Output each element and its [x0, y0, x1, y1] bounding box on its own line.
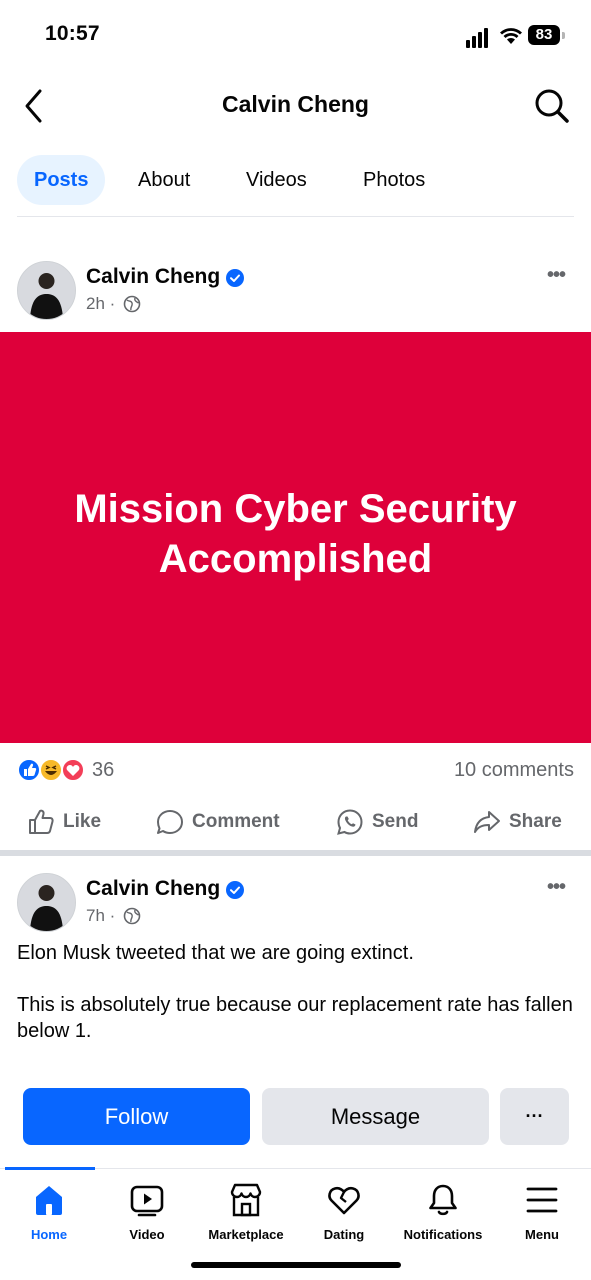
post-time: 7h ·	[86, 906, 116, 925]
follow-button[interactable]: Follow	[23, 1088, 250, 1145]
search-icon[interactable]	[534, 88, 570, 124]
avatar[interactable]	[17, 261, 76, 320]
post-paragraph: This is absolutely true because our repl…	[17, 994, 573, 1042]
like-icon	[29, 809, 54, 834]
like-reaction-icon	[17, 758, 41, 782]
marketplace-icon	[230, 1183, 262, 1217]
post-author[interactable]: Calvin Cheng	[86, 265, 220, 289]
nav-marketplace-label: Marketplace	[208, 1227, 284, 1242]
avatar[interactable]	[17, 873, 76, 932]
globe-icon	[123, 907, 141, 925]
haha-reaction-icon	[39, 758, 63, 782]
bell-icon	[429, 1184, 457, 1216]
comment-button[interactable]: Comment	[156, 806, 280, 838]
nav-home[interactable]: Home	[0, 1182, 99, 1242]
nav-marketplace[interactable]: Marketplace	[196, 1182, 296, 1242]
post-separator	[0, 850, 591, 856]
tabs-divider	[17, 216, 574, 217]
status-icons: 83	[466, 24, 570, 48]
tab-about[interactable]: About	[121, 155, 207, 205]
tab-posts[interactable]: Posts	[17, 155, 106, 205]
dating-heart-icon	[328, 1186, 360, 1215]
post-options-icon[interactable]: •••	[547, 876, 566, 899]
send-label: Send	[372, 811, 419, 832]
nav-video[interactable]: Video	[97, 1182, 197, 1242]
post-image[interactable]: Mission Cyber Security Accomplished	[0, 332, 591, 743]
banner-line-1: Mission Cyber Security	[74, 487, 517, 531]
comments-count[interactable]: 10 comments	[454, 759, 574, 782]
send-button[interactable]: Send	[336, 806, 418, 838]
nav-dating[interactable]: Dating	[294, 1182, 394, 1242]
wifi-icon	[500, 28, 522, 44]
battery-tip	[562, 32, 565, 39]
share-icon	[474, 811, 500, 833]
home-icon	[36, 1186, 62, 1215]
banner-line-2: Accomplished	[158, 537, 433, 581]
comment-icon	[157, 810, 183, 834]
post-body: Elon Musk tweeted that we are going exti…	[17, 940, 577, 1044]
reaction-count[interactable]: 36	[92, 759, 114, 782]
nav-dating-label: Dating	[323, 1227, 365, 1242]
verified-badge-icon	[226, 269, 244, 287]
avatar-image	[18, 262, 75, 319]
battery-level: 83	[535, 26, 553, 43]
nav-active-indicator	[5, 1167, 95, 1170]
reactions[interactable]	[17, 757, 89, 785]
tab-videos[interactable]: Videos	[229, 155, 324, 205]
love-reaction-icon	[61, 758, 85, 782]
message-button[interactable]: Message	[262, 1088, 489, 1145]
more-options-button[interactable]: ···	[500, 1088, 569, 1145]
page-title: Calvin Cheng	[222, 91, 369, 117]
like-button[interactable]: Like	[27, 806, 101, 838]
share-button[interactable]: Share	[473, 806, 562, 838]
menu-icon	[526, 1187, 558, 1213]
nav-video-label: Video	[129, 1227, 165, 1242]
post-author[interactable]: Calvin Cheng	[86, 877, 220, 901]
whatsapp-icon	[337, 809, 363, 835]
comment-label: Comment	[192, 811, 280, 832]
video-icon	[130, 1185, 164, 1217]
tab-photos[interactable]: Photos	[346, 155, 442, 205]
status-time: 10:57	[45, 22, 100, 45]
verified-badge-icon	[226, 881, 244, 899]
home-indicator	[191, 1262, 401, 1268]
share-label: Share	[509, 811, 562, 832]
nav-menu-label: Menu	[525, 1227, 559, 1242]
nav-home-label: Home	[30, 1227, 68, 1242]
post-time: 2h ·	[86, 294, 116, 313]
avatar-image	[18, 874, 75, 931]
nav-notifications-label: Notifications	[403, 1227, 483, 1242]
like-label: Like	[63, 811, 102, 832]
nav-menu[interactable]: Menu	[492, 1182, 591, 1242]
globe-icon	[123, 295, 141, 313]
nav-notifications[interactable]: Notifications	[393, 1182, 493, 1242]
battery-icon: 83	[528, 25, 560, 45]
post-paragraph: Elon Musk tweeted that we are going exti…	[17, 942, 414, 964]
post-options-icon[interactable]: •••	[547, 264, 566, 287]
